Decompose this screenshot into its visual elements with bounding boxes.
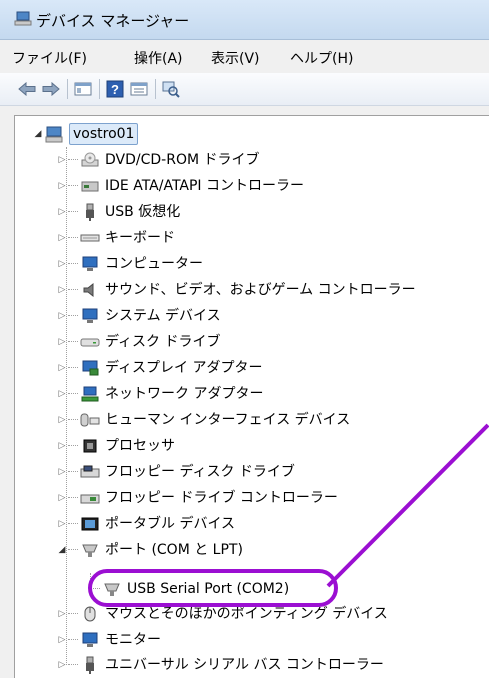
highlight-oval [88,569,338,607]
